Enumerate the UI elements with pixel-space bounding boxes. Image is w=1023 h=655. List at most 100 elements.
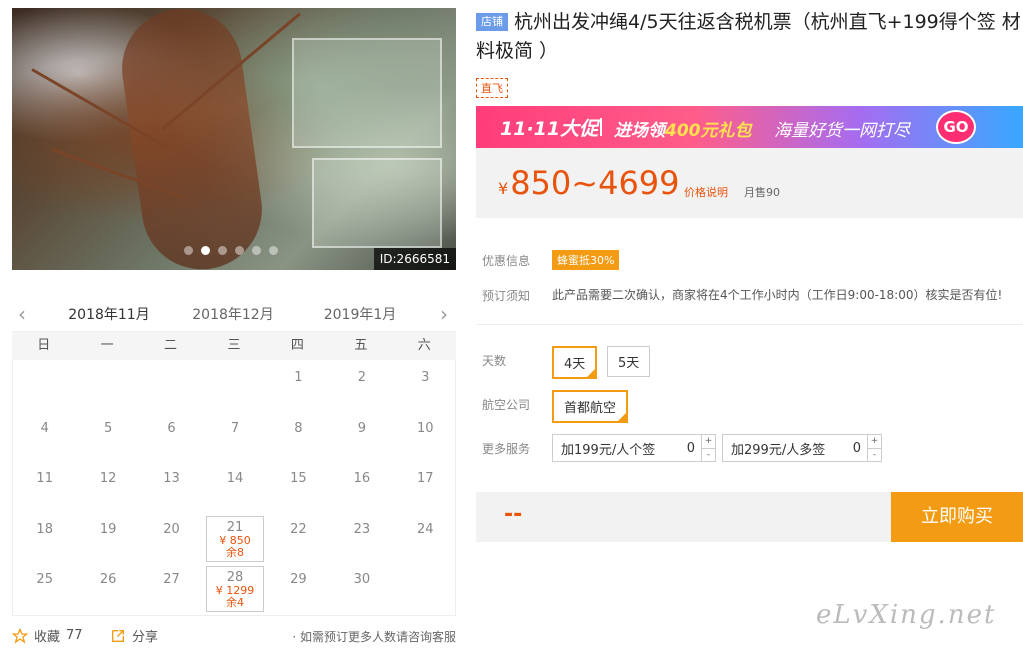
- action-bar: 收藏 77 分享 · 如需预订更多人数请咨询客服: [12, 626, 456, 648]
- image-id-label: ID:2666581: [373, 248, 456, 270]
- calendar-day: 7: [205, 415, 265, 463]
- favorite-label: 收藏: [34, 630, 61, 645]
- day-number: 2: [357, 370, 366, 385]
- day-number: 27: [163, 572, 180, 587]
- increment-button[interactable]: +: [702, 435, 715, 449]
- service-qty[interactable]: 0: [853, 441, 861, 456]
- calendar-day: 1: [268, 364, 328, 412]
- day-number: 22: [290, 521, 307, 537]
- day-number: 30: [353, 572, 371, 587]
- gallery-dot[interactable]: [252, 246, 261, 255]
- day-number: 4: [40, 420, 49, 436]
- day-number: 25: [36, 572, 53, 587]
- next-month-arrow-icon[interactable]: ›: [440, 302, 448, 326]
- weekday-fri: 五: [354, 338, 368, 353]
- airline-label: 航空公司: [482, 398, 531, 412]
- gallery-dot[interactable]: [218, 246, 227, 255]
- calendar-day: 2: [332, 364, 392, 412]
- weekday-sun: 日: [37, 338, 51, 353]
- calendar-day: 16: [332, 465, 392, 513]
- calendar-day: 24: [395, 516, 455, 564]
- day-number: 10: [417, 420, 434, 436]
- airline-option[interactable]: 首都航空: [552, 390, 629, 423]
- quantity-stepper: + -: [867, 435, 881, 461]
- service-qty[interactable]: 0: [687, 441, 695, 456]
- calendar-day: 15: [268, 465, 328, 513]
- days-option-5[interactable]: 5天: [607, 346, 651, 377]
- day-number: 13: [163, 471, 180, 486]
- share-button[interactable]: 分享: [110, 626, 158, 645]
- price-explain-link[interactable]: 价格说明: [684, 184, 728, 200]
- calendar-day: 30: [332, 566, 392, 614]
- day-number: 29: [290, 572, 307, 587]
- day-number: 19: [99, 521, 117, 537]
- gallery-dot[interactable]: [235, 246, 244, 255]
- calendar-day-available[interactable]: 21 ¥ 850 余8: [206, 515, 264, 562]
- right-panel: 店铺 杭州出发冲绳4/5天往返含税机票（杭州直飞+199得个签 材料极简 ） 直飞…: [476, 0, 1023, 655]
- days-label: 天数: [482, 354, 507, 368]
- increment-button[interactable]: +: [868, 435, 881, 449]
- calendar-day: 26: [78, 566, 138, 614]
- day-number: 23: [353, 521, 371, 537]
- tank-glass: [312, 158, 442, 248]
- calendar-day: 17: [395, 465, 455, 513]
- gallery-dot[interactable]: [184, 246, 193, 255]
- day-number: 3: [421, 370, 430, 385]
- banner-coupon-amount: 400元礼包: [665, 121, 752, 141]
- calendar-day: 27: [142, 566, 202, 614]
- notice-label: 预订须知: [482, 289, 531, 303]
- calendar-day: 13: [142, 465, 202, 513]
- favorite-button[interactable]: 收藏 77: [12, 626, 83, 645]
- month-tab-jan[interactable]: 2019年1月: [315, 304, 405, 324]
- direct-flight-tag: 直飞: [476, 78, 508, 98]
- share-label: 分享: [132, 630, 159, 645]
- day-number: 21: [226, 519, 244, 535]
- decrement-button[interactable]: -: [702, 449, 715, 462]
- service-label: 更多服务: [482, 442, 531, 456]
- month-tab-dec[interactable]: 2018年12月: [188, 304, 278, 324]
- day-number: 14: [226, 471, 244, 486]
- day-number: 7: [230, 420, 240, 436]
- promo-banner[interactable]: 11·11大促 进场领400元礼包 海量好货一网打尽 GO: [476, 106, 1023, 148]
- day-number: 9: [357, 420, 366, 436]
- calendar-day: 4: [15, 415, 75, 463]
- product-title-block: 店铺 杭州出发冲绳4/5天往返含税机票（杭州直飞+199得个签 材料极简 ）: [476, 8, 1023, 66]
- gallery-dots: [184, 246, 278, 255]
- product-image-gallery[interactable]: ID:2666581: [12, 8, 456, 270]
- month-tab-nov[interactable]: 2018年11月: [64, 304, 154, 334]
- weekday-mon: 一: [100, 338, 114, 353]
- calendar-day: 23: [332, 516, 392, 564]
- product-title: 杭州出发冲绳4/5天往返含税机票（杭州直飞+199得个签 材料极简 ）: [476, 11, 1021, 62]
- calendar-grid: 1 2 3 4 5 6 7 8 9 10 11 12 13 14 15 16 17 18 19 20 21 ¥ 850 余8…: [12, 360, 456, 616]
- discount-badge: 蜂蜜抵30%: [552, 250, 620, 270]
- calendar-month-nav: ‹ 2018年11月 2018年12月 2019年1月 ›: [12, 298, 456, 334]
- calendar-day-available[interactable]: 28 ¥ 1299 余4: [206, 566, 264, 612]
- banner-go-button[interactable]: GO: [936, 110, 976, 144]
- buy-now-button[interactable]: 立即购买: [891, 492, 1023, 542]
- quantity-stepper: + -: [701, 435, 715, 461]
- banner-coupon-text: 进场领400元礼包: [614, 116, 752, 141]
- calendar-day: 6: [142, 415, 202, 463]
- notice-text: 此产品需要二次确认，商家将在4个工作小时内（工作日9:00-18:00）核实是否…: [552, 288, 1003, 302]
- price-range: ¥850~4699: [498, 164, 680, 202]
- prev-month-arrow-icon[interactable]: ‹: [18, 302, 26, 326]
- day-number: 28: [226, 570, 244, 585]
- gallery-dot[interactable]: [269, 246, 278, 255]
- calendar-day: 20: [142, 516, 202, 564]
- calendar-day: 18: [15, 516, 75, 564]
- days-option-4[interactable]: 4天: [552, 346, 598, 379]
- calendar-day: 19: [78, 516, 138, 564]
- day-number: 1: [294, 370, 303, 385]
- consult-text: · 如需预订更多人数请咨询客服: [292, 630, 456, 644]
- price-value: 850~4699: [510, 164, 680, 202]
- calendar-day: 11: [15, 465, 75, 513]
- calendar-day: 10: [395, 415, 455, 463]
- gallery-dot-active[interactable]: [201, 246, 210, 255]
- day-price: ¥ 850: [219, 533, 251, 547]
- calendar-day: 25: [15, 566, 75, 614]
- service-name: 加199元/人个签: [561, 442, 656, 458]
- day-number: 20: [163, 521, 180, 537]
- favorite-count: 77: [66, 628, 83, 643]
- decrement-button[interactable]: -: [868, 449, 881, 462]
- calendar-day: 29: [268, 566, 328, 614]
